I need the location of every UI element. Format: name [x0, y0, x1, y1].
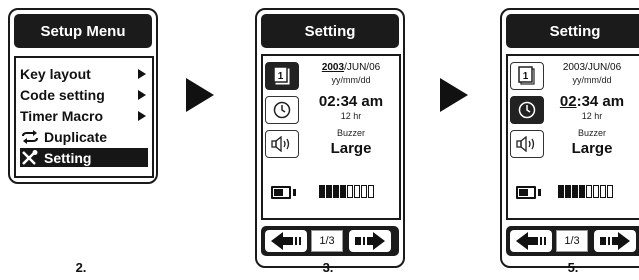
page-indicator: 1/3 — [556, 230, 588, 252]
date-rest: /JUN/06 — [344, 62, 381, 73]
flow-arrow-icon — [186, 78, 214, 112]
speaker-icon[interactable] — [265, 130, 299, 158]
step-caption: 2. — [75, 260, 87, 275]
arrow-right-icon — [600, 232, 630, 250]
menu-item-label: Code setting — [20, 86, 105, 103]
menu-item-code-setting[interactable]: Code setting — [20, 85, 148, 104]
speaker-icon[interactable] — [510, 130, 544, 158]
buzzer-value[interactable]: Large — [305, 140, 397, 157]
date-format: yy/mm/dd — [331, 75, 371, 85]
page-indicator: 1/3 — [311, 230, 343, 252]
prev-page-button[interactable] — [265, 230, 307, 252]
time-rest: :34 am — [576, 93, 625, 110]
clock-icon[interactable] — [265, 96, 299, 124]
menu-item-label: Setting — [44, 149, 92, 166]
setting-title: Setting — [506, 14, 639, 48]
next-page-button[interactable] — [594, 230, 636, 252]
clock-icon[interactable] — [510, 96, 544, 124]
setting-device-step3: Setting 1 2003/JUN/06 yy/mm/dd 02:34 am … — [255, 8, 405, 268]
buzzer-label: Buzzer — [336, 128, 365, 138]
calendar-icon[interactable]: 1 — [510, 62, 544, 90]
buzzer-label: Buzzer — [577, 128, 606, 138]
menu-item-label: Timer Macro — [20, 107, 103, 124]
svg-text:1: 1 — [278, 71, 284, 82]
date-year-field[interactable]: 2003 — [322, 62, 344, 73]
menu-item-duplicate[interactable]: Duplicate — [20, 127, 148, 146]
battery-level-bar — [558, 185, 613, 198]
setting-title: Setting — [261, 14, 399, 48]
setup-menu-title: Setup Menu — [14, 14, 152, 48]
setting-device-step5: Setting 1 2003/JUN/06 yy/mm/dd 02:34 am … — [500, 8, 639, 268]
date-value[interactable]: 2003/JUN/06 — [546, 62, 638, 73]
menu-item-timer-macro[interactable]: Timer Macro — [20, 106, 148, 125]
setup-menu-device: Setup Menu Key layout Code setting Timer… — [8, 8, 158, 184]
time-value[interactable]: 02:34 am — [546, 93, 638, 110]
menu-item-label: Duplicate — [44, 128, 108, 145]
step-caption: 3. — [322, 260, 334, 275]
arrow-left-icon — [271, 232, 301, 250]
time-hour-field[interactable]: 02 — [560, 93, 577, 110]
calendar-icon[interactable]: 1 — [265, 62, 299, 90]
next-page-button[interactable] — [349, 230, 391, 252]
buzzer-value[interactable]: Large — [546, 140, 638, 157]
setup-menu-screen: Key layout Code setting Timer Macro Dupl… — [14, 56, 154, 178]
arrow-right-icon — [355, 232, 385, 250]
flow-arrow-icon — [440, 78, 468, 112]
step-caption: 5. — [567, 260, 579, 275]
tools-icon — [20, 149, 40, 166]
menu-item-label: Key layout — [20, 65, 91, 82]
setting-screen: 1 2003/JUN/06 yy/mm/dd 02:34 am 12 hr Bu… — [506, 54, 639, 220]
prev-page-button[interactable] — [510, 230, 552, 252]
chevron-right-icon — [138, 68, 146, 79]
chevron-right-icon — [138, 89, 146, 100]
duplicate-arrows-icon — [20, 129, 40, 144]
arrow-left-icon — [516, 232, 546, 250]
menu-item-key-layout[interactable]: Key layout — [20, 64, 148, 83]
chevron-right-icon — [138, 110, 146, 121]
svg-text:1: 1 — [523, 71, 529, 82]
time-value[interactable]: 02:34 am — [305, 93, 397, 110]
battery-level-bar — [319, 185, 374, 198]
battery-tip — [293, 189, 296, 196]
time-format: 12 hr — [581, 111, 603, 121]
battery-icon — [516, 186, 536, 199]
date-value[interactable]: 2003/JUN/06 — [305, 62, 397, 73]
time-format: 12 hr — [340, 111, 362, 121]
setting-screen: 1 2003/JUN/06 yy/mm/dd 02:34 am 12 hr Bu… — [261, 54, 401, 220]
page-nav-bar: 1/3 — [261, 226, 399, 256]
battery-icon — [271, 186, 291, 199]
page-nav-bar: 1/3 — [506, 226, 639, 256]
date-format: yy/mm/dd — [572, 75, 612, 85]
menu-item-setting[interactable]: Setting — [20, 148, 148, 167]
battery-tip — [538, 189, 541, 196]
